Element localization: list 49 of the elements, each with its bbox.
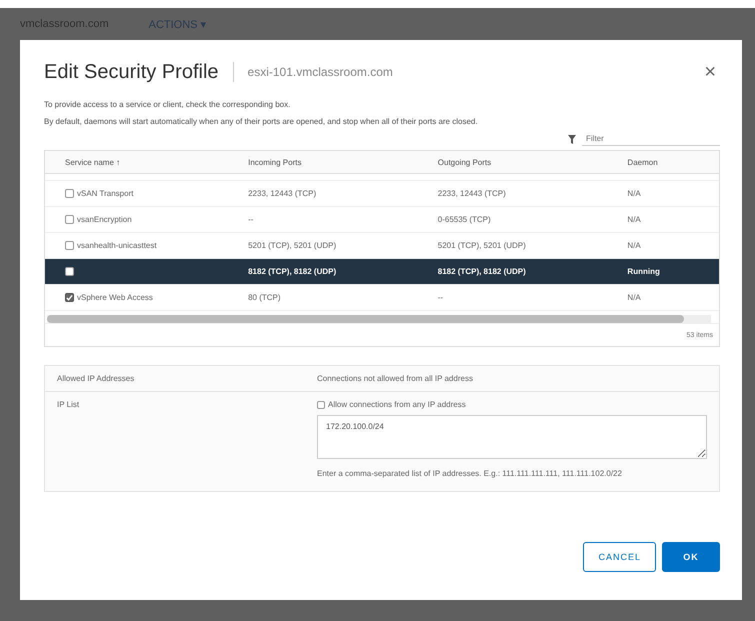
ok-button[interactable]: OK (662, 542, 720, 572)
table-cell: N/A (627, 241, 641, 250)
table-row[interactable]: vSphere Web Access 80 (TCP) -- N/A (45, 285, 719, 311)
section-status: Connections not allowed from all IP address (317, 374, 474, 383)
checkbox[interactable] (65, 215, 74, 224)
table-cell: vSAN Transport (77, 189, 134, 198)
checkbox[interactable] (317, 400, 325, 408)
table-row[interactable]: 8182 (TCP), 8182 (UDP) 8182 (TCP), 8182 (UDP) Running (45, 259, 719, 285)
table-cell: 8182 (TCP), 8182 (UDP) (248, 267, 336, 276)
table-cell: N/A (627, 215, 641, 224)
table-cell: 5201 (TCP), 5201 (UDP) (438, 241, 526, 250)
table-cell: -- (438, 293, 444, 302)
ip-list-label: IP List (57, 400, 80, 411)
table-cell: vsanEncryption (77, 215, 132, 224)
checkbox[interactable] (65, 267, 74, 276)
dialog-title: Edit Security Profile (44, 60, 219, 84)
table-cell: N/A (627, 189, 641, 198)
table-cell: vsanhealth-unicasttest (77, 241, 157, 250)
table-cell: N/A (627, 293, 641, 302)
table-cell: 2233, 12443 (TCP) (248, 189, 316, 198)
column-header[interactable]: Outgoing Ports (438, 158, 628, 166)
table-row[interactable]: vsanEncryption -- 0-65535 (TCP) N/A (45, 207, 719, 233)
ip-list-field[interactable]: 172.20.100.0/24 (317, 415, 707, 459)
column-header[interactable]: Incoming Ports (248, 158, 438, 166)
close-button[interactable]: × (700, 60, 720, 84)
scroll-bar[interactable] (47, 315, 711, 323)
table-cell: vSphere Web Access (77, 293, 153, 302)
hint-text: Enter a comma-separated list of IP addresses. E.g.: 111.111.111.111, 111.111.102.0/22 (317, 468, 623, 480)
table-cell: 0-65535 (TCP) (438, 215, 491, 224)
column-header[interactable]: Daemon (627, 158, 719, 166)
table-cell: -- (248, 215, 254, 224)
checkbox[interactable] (65, 189, 74, 198)
filter-field[interactable]: Filter (582, 132, 720, 146)
instruction-text: To provide access to a service or client, check the corresponding box. (44, 100, 292, 109)
section-label: Allowed IP Addresses (57, 374, 136, 383)
table-cell: 8182 (TCP), 8182 (UDP) (438, 267, 526, 276)
column-header[interactable]: Service name ↑ (65, 158, 248, 166)
filter-icon (568, 134, 576, 144)
table-cell: 80 (TCP) (248, 293, 281, 302)
host-subtitle: esxi-101.vmclassroom.com (248, 65, 394, 79)
checkbox[interactable] (65, 241, 74, 250)
cancel-button[interactable]: CANCEL (583, 542, 656, 572)
table-row[interactable]: vSAN Transport 2233, 12443 (TCP) 2233, 12443 (TCP) N/A (45, 181, 719, 207)
table-cell: 5201 (TCP), 5201 (UDP) (248, 241, 336, 250)
table-cell: Running (627, 267, 660, 276)
instruction-text: By default, daemons will start automatically when any of their ports are opened, and stop when all of their ports are closed. (44, 117, 479, 126)
checkbox-label: Allow connections from any IP address (328, 400, 466, 409)
checkbox[interactable] (65, 293, 74, 302)
table-cell: 2233, 12443 (TCP) (438, 189, 506, 198)
